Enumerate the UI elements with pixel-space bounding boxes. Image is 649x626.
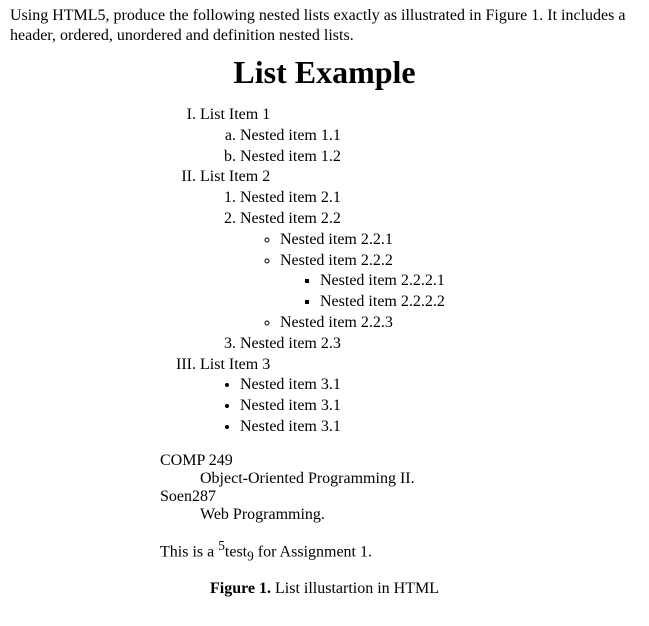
list-item: Nested item 2.2 Nested item 2.2.1 Nested…	[240, 209, 639, 334]
list-item: Nested item 3.1	[240, 396, 639, 417]
caption-label: Figure 1.	[210, 580, 271, 597]
list-item: Nested item 1.2	[240, 147, 639, 168]
list-item: Nested item 2.2.2 Nested item 2.2.2.1 Ne…	[280, 251, 639, 313]
list-item-label: Nested item 2.2.2	[280, 252, 393, 269]
list-item: Nested item 1.1	[240, 126, 639, 147]
list-item: Nested item 2.2.2.2	[320, 292, 639, 313]
ordered-list-alpha: Nested item 1.1 Nested item 1.2	[200, 126, 639, 168]
note-text: This is a	[160, 543, 218, 560]
ordered-list-roman: List Item 1 Nested item 1.1 Nested item …	[160, 105, 639, 438]
list-item: List Item 1 Nested item 1.1 Nested item …	[200, 105, 639, 167]
list-item-label: Nested item 2.2	[240, 210, 341, 227]
unordered-list-square: Nested item 2.2.2.1 Nested item 2.2.2.2	[280, 271, 639, 313]
definition-term: Soen287	[160, 488, 639, 506]
figure-caption: Figure 1. List illustartion in HTML	[10, 580, 639, 598]
sup-sub-note: This is a 5test9 for Assignment 1.	[160, 538, 639, 565]
unordered-list-circle: Nested item 2.2.1 Nested item 2.2.2 Nest…	[240, 230, 639, 334]
list-item: List Item 2 Nested item 2.1 Nested item …	[200, 167, 639, 354]
list-item: Nested item 2.2.1	[280, 230, 639, 251]
ordered-list-decimal: Nested item 2.1 Nested item 2.2 Nested i…	[200, 188, 639, 354]
page-title: List Example	[10, 54, 639, 91]
note-text: for Assignment 1.	[254, 543, 372, 560]
list-item-label: List Item 1	[200, 106, 270, 123]
superscript: 5	[218, 538, 225, 553]
list-item: Nested item 2.3	[240, 334, 639, 355]
definition-description: Web Programming.	[200, 506, 639, 524]
list-item: Nested item 3.1	[240, 375, 639, 396]
note-text: test	[225, 543, 247, 560]
definition-term: COMP 249	[160, 452, 639, 470]
list-item-label: List Item 3	[200, 356, 270, 373]
list-item: Nested item 2.1	[240, 188, 639, 209]
list-item: Nested item 3.1	[240, 417, 639, 438]
figure-area: List Item 1 Nested item 1.1 Nested item …	[160, 105, 639, 564]
subscript: 9	[247, 548, 254, 563]
definition-description: Object-Oriented Programming II.	[200, 470, 639, 488]
unordered-list-disc: Nested item 3.1 Nested item 3.1 Nested i…	[200, 375, 639, 437]
list-item: Nested item 2.2.3	[280, 313, 639, 334]
definition-list: COMP 249 Object-Oriented Programming II.…	[160, 452, 639, 524]
list-item: Nested item 2.2.2.1	[320, 271, 639, 292]
list-item: List Item 3 Nested item 3.1 Nested item …	[200, 355, 639, 438]
instruction-text: Using HTML5, produce the following neste…	[10, 6, 639, 46]
list-item-label: List Item 2	[200, 168, 270, 185]
caption-text: List illustartion in HTML	[271, 580, 439, 597]
